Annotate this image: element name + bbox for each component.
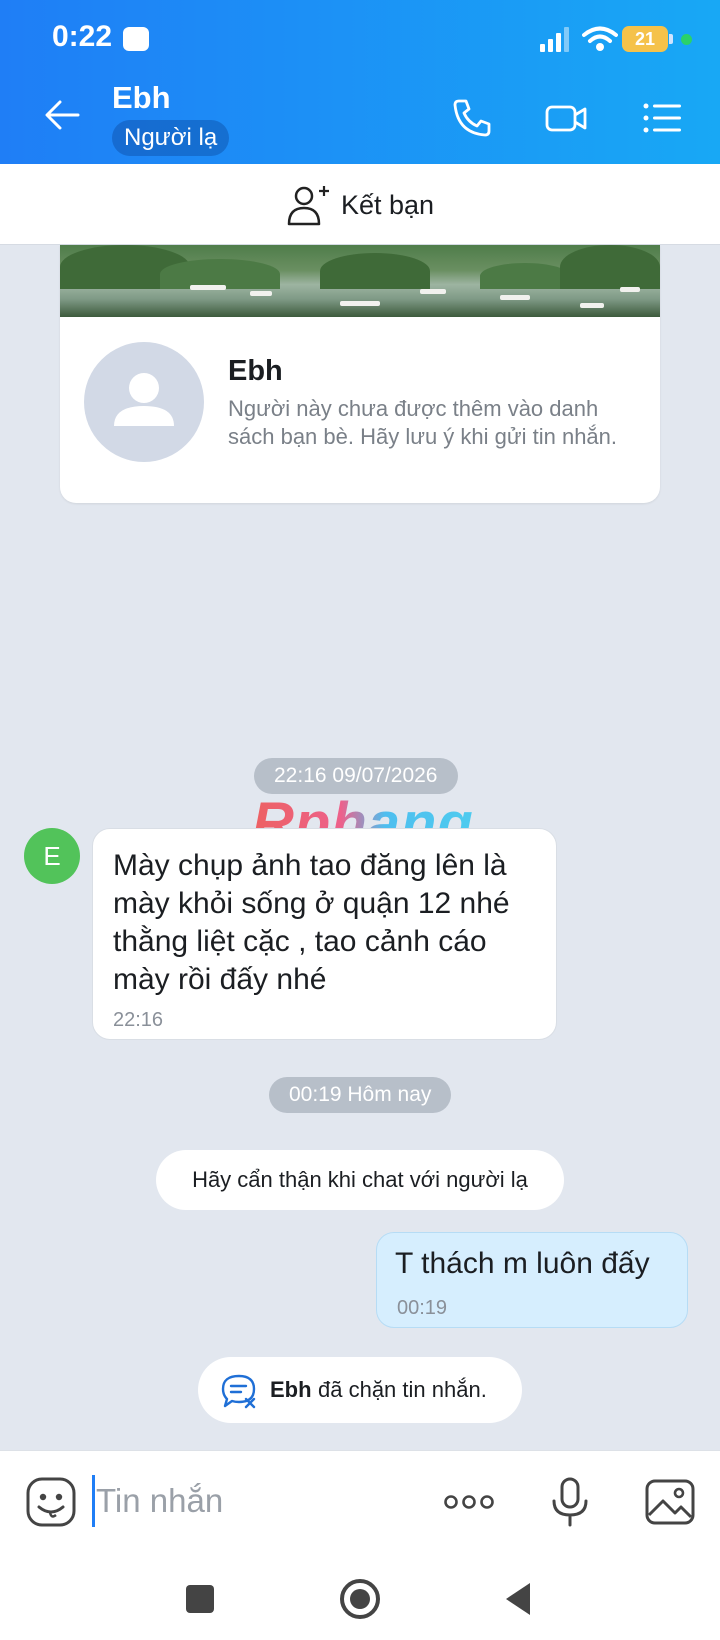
add-friend-bar[interactable]: Kết bạn bbox=[0, 164, 720, 245]
stranger-warning-text: Người này chưa được thêm vào danh sách b… bbox=[228, 396, 618, 449]
emoji-icon[interactable] bbox=[24, 1475, 78, 1529]
add-friend-icon bbox=[287, 186, 329, 226]
stranger-caution-note: Hãy cẩn thận khi chat với người lạ bbox=[156, 1150, 564, 1210]
timestamp-divider: 22:16 09/07/2026 bbox=[254, 758, 458, 794]
add-friend-label: Kết bạn bbox=[341, 190, 435, 220]
back-nav-icon[interactable] bbox=[498, 1577, 542, 1621]
blocked-notice: Ebh đã chặn tin nhắn. bbox=[198, 1357, 522, 1423]
cover-photo bbox=[60, 245, 660, 317]
incoming-message-bubble[interactable]: Mày chụp ảnh tao đăng lên là mày khỏi số… bbox=[92, 828, 557, 1040]
profile-name: Ebh bbox=[228, 355, 283, 387]
message-composer bbox=[0, 1450, 720, 1555]
contact-avatar[interactable] bbox=[84, 342, 204, 462]
status-bar: 0:22 21 bbox=[0, 0, 720, 78]
sender-avatar[interactable]: E bbox=[24, 828, 80, 884]
blocked-text: đã chặn tin nhắn. bbox=[318, 1377, 487, 1402]
phone-icon[interactable] bbox=[450, 96, 494, 140]
default-avatar-icon bbox=[114, 373, 174, 426]
image-icon[interactable] bbox=[643, 1475, 697, 1529]
privacy-dot-icon bbox=[681, 34, 692, 45]
video-call-icon[interactable] bbox=[544, 96, 588, 140]
notification-icon bbox=[123, 27, 149, 51]
more-dots-icon[interactable] bbox=[442, 1475, 496, 1529]
chat-header: 0:22 21 Ebh Người lạ bbox=[0, 0, 720, 164]
blocked-chat-icon bbox=[221, 1374, 256, 1409]
timestamp-divider: 00:19 Hôm nay bbox=[269, 1077, 452, 1113]
message-time: 00:19 bbox=[397, 1297, 448, 1319]
stranger-badge: Người lạ bbox=[112, 120, 230, 156]
status-time: 0:22 bbox=[52, 20, 113, 53]
blocked-contact-name: Ebh bbox=[270, 1377, 312, 1402]
microphone-icon[interactable] bbox=[543, 1475, 597, 1529]
contact-name[interactable]: Ebh bbox=[112, 80, 171, 116]
signal-icon bbox=[540, 27, 569, 52]
text-cursor bbox=[92, 1475, 95, 1527]
message-input[interactable] bbox=[96, 1473, 416, 1529]
back-arrow-icon[interactable] bbox=[40, 92, 86, 138]
recent-apps-icon[interactable] bbox=[178, 1577, 222, 1621]
message-time: 22:16 bbox=[113, 1009, 164, 1031]
outgoing-message-bubble[interactable]: T thách m luôn đấy 00:19 bbox=[376, 1232, 688, 1328]
incoming-message-text: Mày chụp ảnh tao đăng lên là mày khỏi số… bbox=[113, 849, 510, 996]
wifi-icon bbox=[582, 26, 618, 51]
profile-card: Ebh Người này chưa được thêm vào danh sá… bbox=[60, 245, 660, 503]
home-icon[interactable] bbox=[338, 1577, 382, 1621]
menu-list-icon[interactable] bbox=[640, 96, 684, 140]
system-nav-bar bbox=[0, 1555, 720, 1640]
outgoing-message-text: T thách m luôn đấy bbox=[395, 1247, 650, 1280]
battery-indicator: 21 bbox=[622, 26, 673, 52]
